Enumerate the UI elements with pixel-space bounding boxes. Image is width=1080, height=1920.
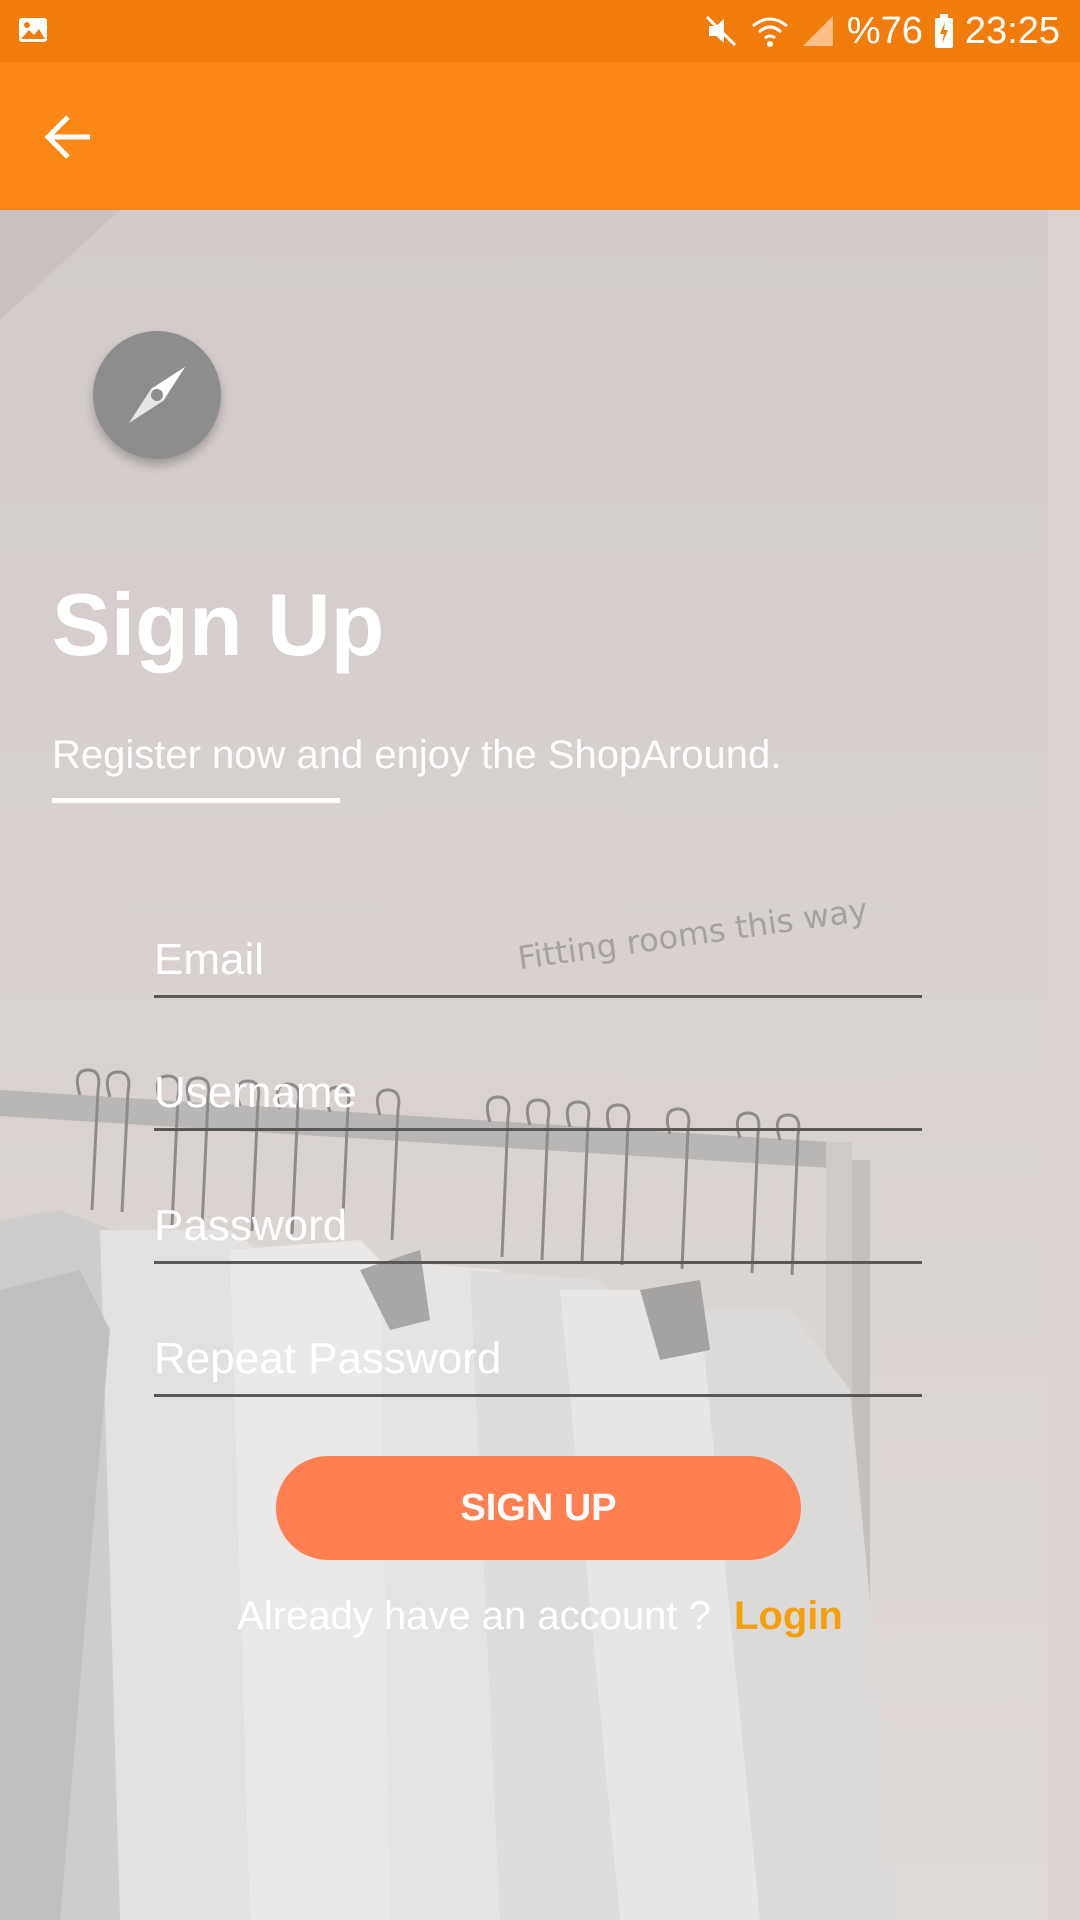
wifi-icon	[751, 17, 788, 47]
email-field[interactable]	[154, 925, 922, 998]
username-field[interactable]	[154, 1058, 922, 1131]
subtitle-underline	[52, 798, 340, 803]
status-bar: %76 23:25	[0, 0, 1080, 62]
signal-icon	[802, 16, 833, 46]
page-title: Sign Up	[52, 575, 385, 674]
password-field[interactable]	[154, 1191, 922, 1264]
image-notification-icon	[19, 18, 47, 42]
password-input[interactable]	[154, 1191, 922, 1261]
repeat-password-input[interactable]	[154, 1324, 922, 1394]
clock: 23:25	[964, 9, 1060, 52]
battery-charging-icon	[934, 14, 953, 48]
username-input[interactable]	[154, 1058, 922, 1128]
sign-up-button[interactable]: SIGN UP	[276, 1456, 801, 1560]
email-input[interactable]	[154, 925, 922, 995]
compass-icon	[129, 367, 185, 423]
battery-percentage: %76	[846, 9, 923, 52]
login-prompt-row: Already have an account ? Login	[0, 1594, 1080, 1639]
app-logo	[93, 331, 221, 459]
repeat-password-field[interactable]	[154, 1324, 922, 1397]
back-arrow-icon[interactable]	[30, 102, 110, 172]
mute-icon	[705, 15, 736, 47]
login-prompt-text: Already have an account ?	[237, 1594, 711, 1638]
login-link[interactable]: Login	[734, 1594, 843, 1638]
app-bar	[0, 62, 1080, 210]
page-subtitle: Register now and enjoy the ShopAround.	[52, 733, 782, 777]
